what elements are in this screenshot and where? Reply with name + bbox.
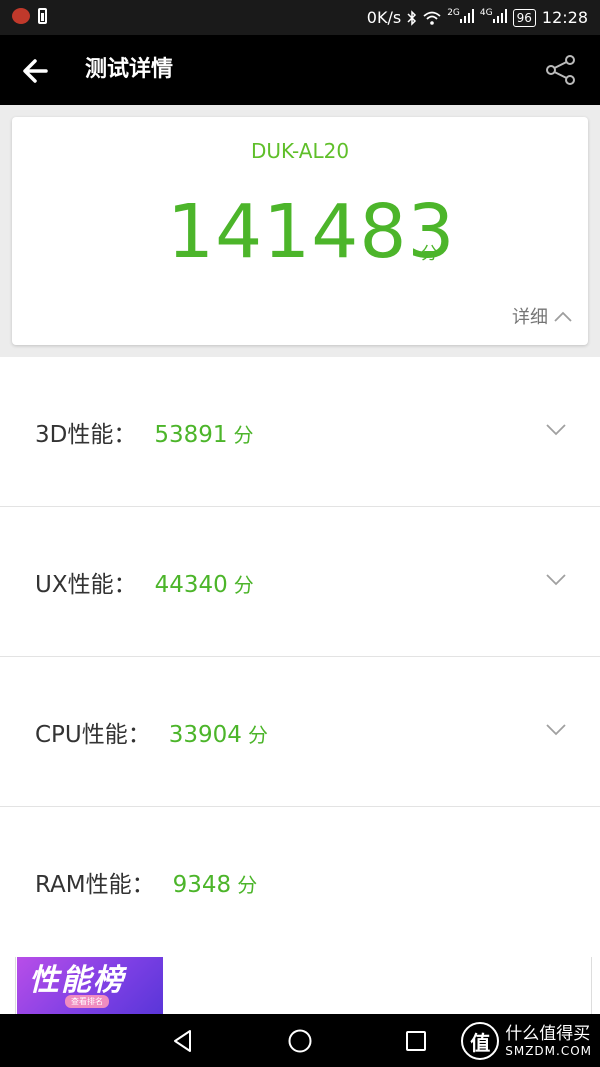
nav-back-icon[interactable]: [170, 1028, 196, 1054]
system-nav-bar: 值 什么值得买 SMZDM.COM: [0, 1014, 600, 1067]
score-row-ux[interactable]: UX性能： 44340 分: [0, 507, 600, 657]
total-score-unit: 分: [421, 244, 438, 264]
ranking-banner[interactable]: 性能榜 查看排名: [15, 957, 592, 1014]
nav-recent-apps-icon[interactable]: [404, 1029, 428, 1053]
clock: 12:28: [541, 8, 588, 27]
detail-toggle-label: 详细: [512, 307, 548, 328]
signal-2g-icon: 2G: [447, 8, 474, 27]
banner-title: 性能榜: [29, 963, 125, 998]
device-model: DUK-AL20: [250, 139, 350, 163]
score-unit: 分: [247, 723, 268, 747]
status-bar: 0K/s 2G 4G 96 12:28: [0, 0, 600, 35]
score-label: CPU性能：: [35, 722, 151, 748]
ranking-banner-strip: 性能榜 查看排名: [0, 957, 600, 1014]
score-row-3d[interactable]: 3D性能： 53891 分: [0, 357, 600, 507]
chevron-down-icon: [546, 424, 566, 436]
score-value: 33904: [168, 722, 242, 748]
chevron-down-icon: [546, 724, 566, 736]
wifi-icon: [423, 11, 441, 25]
battery-level: 96: [512, 8, 536, 27]
total-score: 141483: [167, 189, 456, 275]
score-row-ram: RAM性能： 9348 分: [0, 807, 600, 957]
share-icon[interactable]: [544, 53, 578, 87]
app-bar: 测试详情: [0, 35, 600, 105]
score-value: 44340: [154, 572, 228, 598]
smzdm-logo: 值: [461, 1022, 500, 1060]
score-unit: 分: [237, 873, 258, 897]
detail-toggle-button[interactable]: 详细: [512, 303, 572, 329]
banner-subtitle: 查看排名: [65, 995, 109, 1008]
score-unit: 分: [233, 423, 254, 447]
watermark-en: SMZDM.COM: [505, 1043, 592, 1058]
chevron-up-icon: [554, 311, 572, 322]
page-title: 测试详情: [85, 57, 174, 82]
nav-home-icon[interactable]: [287, 1028, 313, 1054]
score-label: 3D性能：: [35, 422, 137, 448]
net-speed: 0K/s: [366, 8, 402, 27]
battery-saver-icon: [38, 8, 47, 24]
score-label: RAM性能：: [35, 872, 155, 898]
bluetooth-icon: [407, 9, 417, 26]
total-score-card: DUK-AL20 141483 分 详细: [12, 117, 588, 345]
notification-app-icon: [12, 8, 30, 24]
chevron-down-icon: [546, 574, 566, 586]
arrow-left-icon[interactable]: [18, 53, 54, 89]
score-value: 9348: [172, 872, 232, 898]
watermark-cn: 什么值得买: [505, 1023, 591, 1044]
score-unit: 分: [233, 573, 254, 597]
score-breakdown-list: 3D性能： 53891 分 UX性能： 44340 分 CPU性能： 33904 分 RAM…: [0, 357, 600, 957]
signal-4g-icon: 4G: [480, 8, 507, 27]
score-row-cpu[interactable]: CPU性能： 33904 分: [0, 657, 600, 807]
score-value: 53891: [154, 422, 228, 448]
ranking-banner-image: 性能榜 查看排名: [17, 957, 163, 1014]
score-label: UX性能：: [35, 572, 137, 598]
site-watermark: 值 什么值得买 SMZDM.COM: [461, 1018, 592, 1064]
